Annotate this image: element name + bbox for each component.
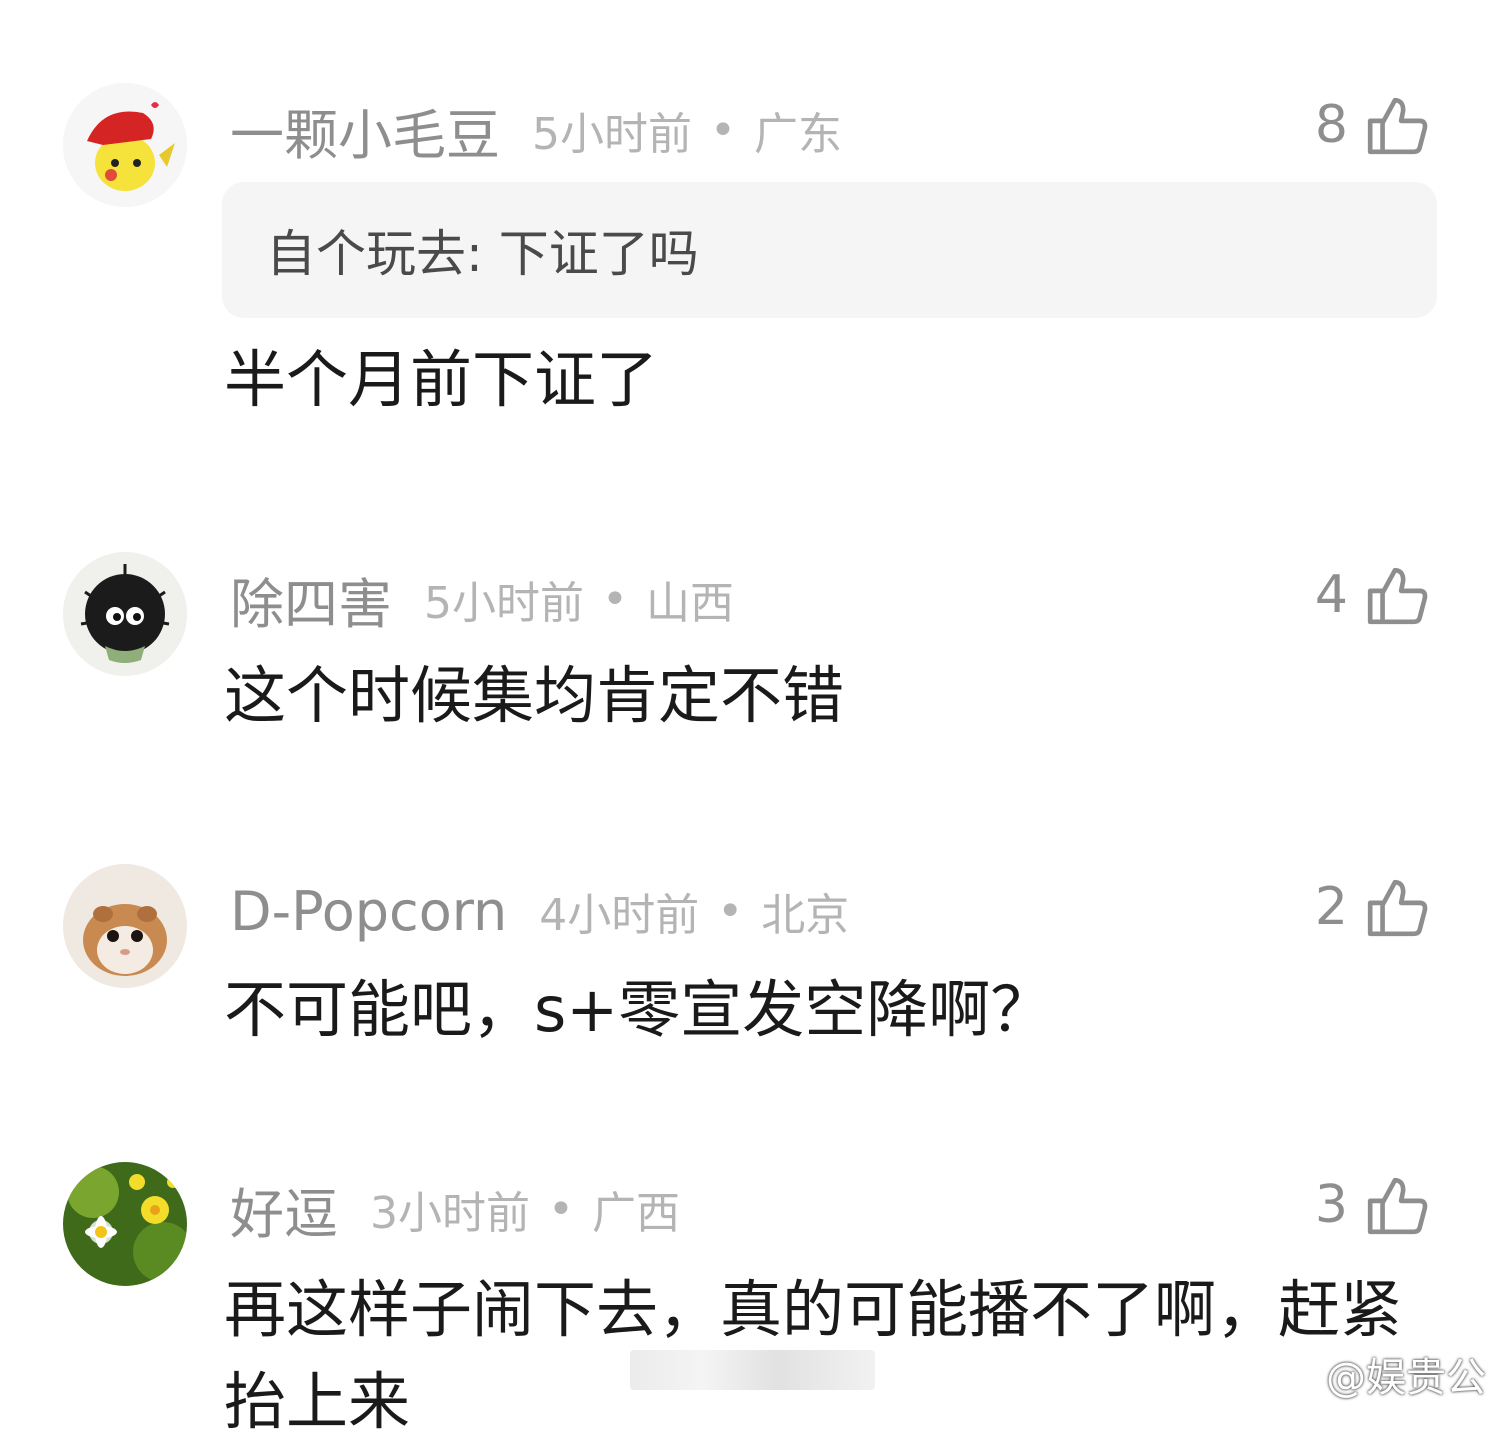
comment-time: 5小时前 (424, 578, 584, 629)
thumbs-up-icon[interactable] (1364, 874, 1430, 940)
thumbs-up-icon[interactable] (1364, 1172, 1430, 1238)
like-button[interactable]: 4 (1315, 560, 1430, 630)
like-button[interactable]: 8 (1315, 90, 1430, 160)
comment-meta: D-Popcorn 4小时前 • 北京 (230, 876, 849, 946)
meta-separator: • (548, 1183, 574, 1235)
like-button[interactable]: 2 (1315, 872, 1430, 942)
comment-time: 4小时前 (539, 890, 700, 941)
weibo-icon (1262, 1356, 1316, 1395)
comment-meta: 好逗 3小时前 • 广西 (230, 1174, 680, 1246)
like-count: 2 (1314, 877, 1348, 937)
meta-separator: • (710, 104, 736, 156)
username[interactable]: 一颗小毛豆 (230, 91, 500, 170)
quoted-reply[interactable]: 自个玩去: 下证了吗 (222, 182, 1437, 318)
comment-meta: 一颗小毛豆 5小时前 • 广东 (230, 95, 842, 167)
watermark-text: @娱贵公 (1326, 1355, 1486, 1401)
username[interactable]: 除四害 (230, 560, 392, 639)
username[interactable]: 好逗 (230, 1170, 338, 1249)
comment-region: 广西 (591, 1188, 680, 1239)
thumbs-up-icon[interactable] (1364, 562, 1430, 628)
meta-separator: • (717, 885, 744, 937)
user-avatar[interactable] (63, 864, 187, 988)
comment-time: 3小时前 (370, 1188, 530, 1239)
user-avatar[interactable] (63, 83, 187, 207)
comment-text: 这个时候集均肯定不错 (224, 659, 845, 732)
comment-time: 5小时前 (532, 109, 692, 160)
comment-text: 不可能吧，s+零宣发空降啊？ (224, 973, 1053, 1046)
obscured-area (630, 1350, 875, 1390)
like-count: 8 (1314, 95, 1348, 155)
like-count: 4 (1314, 565, 1348, 625)
watermark: @娱贵公 (1260, 1345, 1486, 1403)
thumbs-up-icon[interactable] (1364, 92, 1430, 158)
comment-meta: 除四害 5小时前 • 山西 (230, 564, 734, 636)
comment-region: 广东 (753, 109, 842, 160)
comment-text: 半个月前下证了 (224, 343, 659, 416)
like-count: 3 (1314, 1175, 1348, 1235)
user-avatar[interactable] (63, 552, 187, 676)
like-button[interactable]: 3 (1315, 1170, 1430, 1240)
meta-separator: • (602, 573, 628, 625)
username[interactable]: D-Popcorn (230, 880, 507, 943)
user-avatar[interactable] (63, 1162, 187, 1286)
comment-region: 北京 (761, 890, 850, 941)
comment-region: 山西 (645, 578, 734, 629)
